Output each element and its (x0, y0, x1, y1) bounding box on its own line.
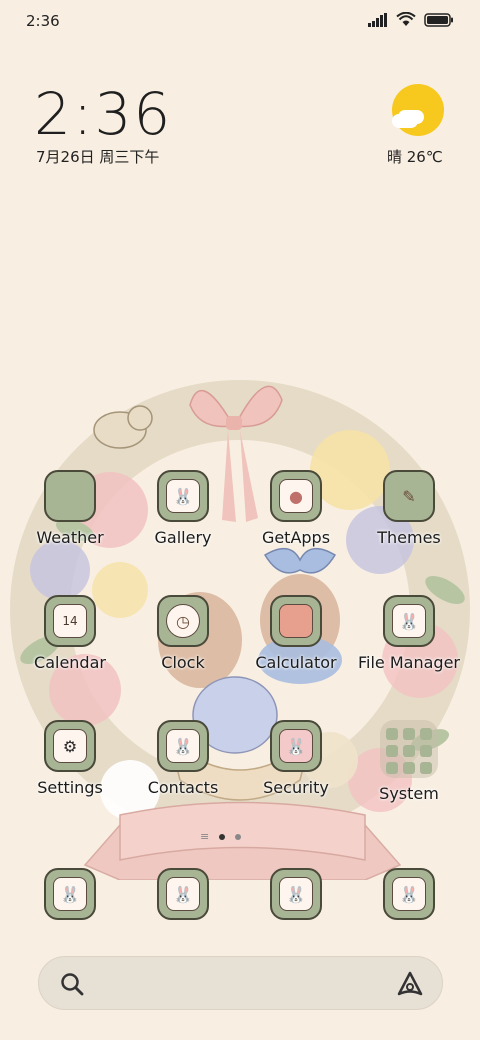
calendar-badge: 14 (53, 604, 87, 638)
app-calendar[interactable]: 14 Calendar (15, 595, 125, 672)
bunny-phone-icon: 🐰 (44, 868, 96, 920)
app-label: System (379, 784, 439, 803)
app-file-manager[interactable]: 🐰 File Manager (354, 595, 464, 672)
app-label: Weather (36, 528, 104, 547)
menu-lines-icon: ≡ (200, 830, 210, 843)
assistant-icon[interactable] (396, 970, 424, 998)
app-label: Calculator (255, 653, 337, 672)
page-indicator[interactable]: ≡ (200, 830, 242, 843)
folder-icon (380, 720, 438, 778)
cupcake-icon: ● (270, 470, 322, 522)
app-label: Settings (37, 778, 103, 797)
status-time: 2:36 (26, 12, 60, 30)
gallery-icon: 🐰 (157, 470, 209, 522)
bunny-folder-icon: 🐰 (383, 595, 435, 647)
app-label: Security (263, 778, 329, 797)
signal-icon (368, 12, 387, 27)
app-themes[interactable]: ✎ Themes (354, 470, 464, 547)
clock-widget-date: 7月26日 周三下午 (36, 148, 160, 166)
bunny-messages-icon: 🐰 (157, 868, 209, 920)
app-clock[interactable]: ◷ Clock (128, 595, 238, 672)
clock-widget-time[interactable]: 2:36 (34, 80, 172, 148)
page-dot (235, 833, 242, 840)
app-label: Themes (377, 528, 441, 547)
sun-cloud-icon (392, 84, 444, 136)
app-getapps[interactable]: ● GetApps (241, 470, 351, 547)
app-label: Gallery (154, 528, 212, 547)
weather-icon (44, 470, 96, 522)
app-system-folder[interactable]: System (354, 720, 464, 803)
dock-phone[interactable]: 🐰 (15, 868, 125, 920)
status-bar: 2:36 (0, 0, 480, 42)
search-bar[interactable] (38, 956, 443, 1010)
app-settings[interactable]: ⚙ Settings (15, 720, 125, 797)
app-label: GetApps (261, 528, 331, 547)
brush-icon: ✎ (383, 470, 435, 522)
status-icons (368, 12, 454, 27)
app-calculator[interactable]: Calculator (241, 595, 351, 672)
wifi-icon (396, 12, 416, 26)
dock-camera[interactable]: 🐰 (354, 868, 464, 920)
clock-icon: ◷ (157, 595, 209, 647)
bunny-camera-icon: 🐰 (383, 868, 435, 920)
battery-icon (424, 12, 453, 27)
app-security[interactable]: 🐰 Security (241, 720, 351, 797)
app-label: Contacts (147, 778, 219, 797)
page-dot-active (219, 833, 226, 840)
gear-bunny-icon: ⚙ (44, 720, 96, 772)
app-gallery[interactable]: 🐰 Gallery (128, 470, 238, 547)
calculator-icon (270, 595, 322, 647)
weather-text: 晴 26℃ (387, 148, 443, 166)
app-label: Clock (161, 653, 205, 672)
app-weather[interactable]: Weather (15, 470, 125, 547)
app-contacts[interactable]: 🐰 Contacts (128, 720, 238, 797)
dock-browser[interactable]: 🐰 (241, 868, 351, 920)
search-icon[interactable] (59, 971, 85, 997)
bunny-browser-icon: 🐰 (270, 868, 322, 920)
calendar-icon: 14 (44, 595, 96, 647)
app-label: File Manager (358, 653, 460, 672)
dock-messages[interactable]: 🐰 (128, 868, 238, 920)
app-label: Calendar (34, 653, 106, 672)
bunny-security-icon: 🐰 (270, 720, 322, 772)
bunny-contacts-icon: 🐰 (157, 720, 209, 772)
cloud-shape (392, 114, 418, 128)
